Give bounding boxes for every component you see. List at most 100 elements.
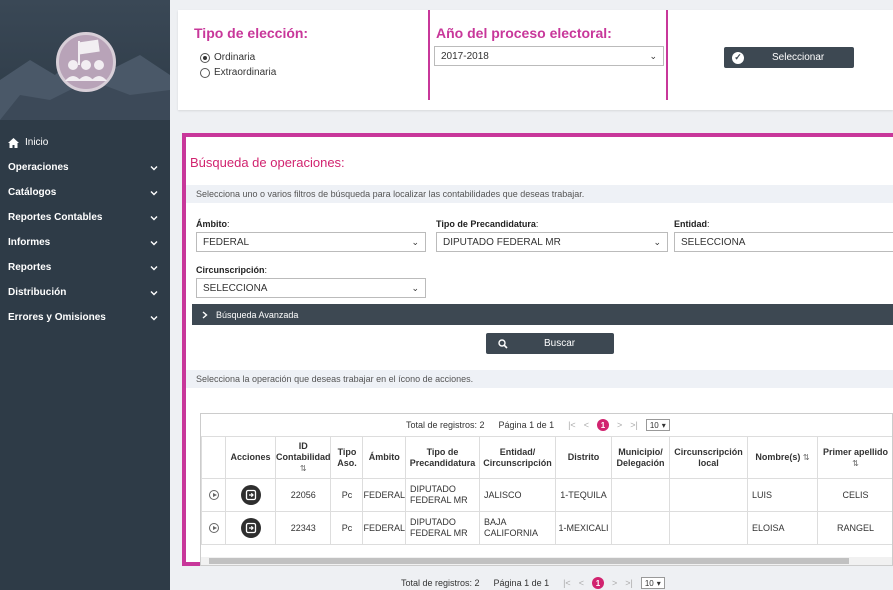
action-button[interactable]: [240, 485, 261, 505]
prev-page-icon[interactable]: <: [579, 578, 584, 588]
row-actions: [225, 511, 276, 545]
first-page-icon[interactable]: |<: [568, 420, 576, 430]
header-id[interactable]: ID Contabilidad ⇅: [274, 436, 332, 479]
election-type-title: Tipo de elección:: [194, 25, 309, 41]
sidebar-item-inicio[interactable]: Inicio: [0, 130, 170, 155]
page-size-value: 10: [644, 578, 654, 588]
sidebar-item-label: Reportes: [8, 262, 52, 273]
cell-nombre: ELOISA: [747, 511, 818, 545]
page-size-value: 10: [649, 420, 659, 430]
radio-extraordinaria[interactable]: Extraordinaria: [200, 67, 276, 78]
entidad-select[interactable]: SELECCIONA: [674, 232, 893, 252]
circunscripcion-value: SELECCIONA: [203, 282, 268, 294]
chevron-down-icon: ⌄: [653, 236, 661, 247]
precandidatura-select[interactable]: DIPUTADO FEDERAL MR ⌄: [436, 232, 668, 252]
sidebar-item-catalogos[interactable]: Catálogos: [0, 180, 170, 205]
sidebar-item-informes[interactable]: Informes: [0, 230, 170, 255]
next-page-icon[interactable]: >: [617, 420, 622, 430]
header-distrito: Distrito: [555, 436, 612, 479]
radio-button[interactable]: [200, 67, 210, 78]
sidebar-item-label: Reportes Contables: [8, 212, 103, 223]
cell-tipo: Pc: [330, 478, 364, 512]
total-records: Total de registros: 2: [401, 578, 480, 588]
cell-distrito: 1-TEQUILA: [555, 478, 612, 512]
last-page-icon[interactable]: >|: [625, 578, 633, 588]
ambito-select[interactable]: FEDERAL ⌄: [196, 232, 426, 252]
sidebar-item-reportes[interactable]: Reportes: [0, 255, 170, 280]
year-select[interactable]: 2017-2018 ⌄: [434, 46, 664, 66]
filter-hint: Selecciona uno o varios filtros de búsqu…: [186, 185, 893, 203]
cell-ambito: FEDERAL: [362, 478, 406, 512]
ambito-label: Ámbito:: [196, 219, 230, 229]
page-size-select[interactable]: 10 ▾: [640, 577, 665, 589]
last-page-icon[interactable]: >|: [630, 420, 638, 430]
row-expand[interactable]: [201, 478, 226, 512]
profile-logo: [56, 32, 116, 92]
scrollbar-thumb[interactable]: [209, 558, 849, 564]
circunscripcion-label: Circunscripción:: [196, 265, 268, 275]
prev-page-icon[interactable]: <: [584, 420, 589, 430]
sort-icon: ⇅: [299, 464, 307, 473]
chevron-down-icon: [150, 265, 158, 270]
divider: [666, 10, 668, 100]
cell-municipio: [611, 511, 670, 545]
advanced-search-toggle[interactable]: Búsqueda Avanzada: [192, 304, 893, 325]
sidebar-item-reportes-contables[interactable]: Reportes Contables: [0, 205, 170, 230]
header-tipo-aso: Tipo Aso.: [330, 436, 364, 479]
chevron-down-icon: ⌄: [649, 50, 657, 61]
ambito-value: FEDERAL: [203, 236, 250, 248]
cell-circ-local: [669, 511, 748, 545]
enter-icon: [245, 522, 256, 534]
radio-label: Ordinaria: [214, 52, 256, 63]
header-nombre[interactable]: Nombre(s) ⇅: [747, 436, 818, 479]
expand-icon[interactable]: [208, 490, 219, 500]
sidebar-item-distribucion[interactable]: Distribución: [0, 280, 170, 305]
row-actions: [225, 478, 276, 512]
select-button[interactable]: ✓ Seleccionar: [724, 47, 854, 68]
page-info: Página 1 de 1: [493, 578, 550, 588]
results-table: Acciones ID Contabilidad ⇅ Tipo Aso. Ámbi…: [201, 436, 892, 545]
current-page[interactable]: 1: [596, 419, 609, 431]
first-page-icon[interactable]: |<: [563, 578, 571, 588]
next-page-icon[interactable]: >: [612, 578, 617, 588]
horizontal-scrollbar[interactable]: [201, 557, 892, 565]
cell-distrito: 1-MEXICALI: [555, 511, 612, 545]
row-expand[interactable]: [201, 511, 226, 545]
chevron-down-icon: [150, 190, 158, 195]
sort-icon: ⇅: [852, 458, 859, 468]
election-selection-panel: Tipo de elección: Ordinaria Extraordinar…: [178, 10, 893, 110]
sidebar-item-errores-omisiones[interactable]: Errores y Omisiones: [0, 305, 170, 330]
sidebar-item-operaciones[interactable]: Operaciones: [0, 155, 170, 180]
page-size-select[interactable]: 10 ▾: [645, 419, 670, 431]
circunscripcion-select[interactable]: SELECCIONA ⌄: [196, 278, 426, 298]
header-expand: [201, 436, 226, 479]
radio-button-selected[interactable]: [200, 52, 210, 63]
radio-label: Extraordinaria: [214, 67, 277, 78]
search-button[interactable]: Buscar: [486, 333, 614, 354]
chevron-down-icon: [150, 165, 158, 170]
action-button[interactable]: [240, 518, 261, 538]
current-page[interactable]: 1: [591, 577, 604, 589]
search-button-label: Buscar: [544, 338, 576, 349]
entidad-value: SELECCIONA: [681, 236, 746, 248]
chevron-down-icon: [150, 290, 158, 295]
check-icon: ✓: [732, 51, 744, 64]
search-icon: [498, 338, 508, 349]
search-panel: Búsqueda de operaciones: Selecciona uno …: [182, 133, 893, 566]
header-acciones: Acciones: [225, 436, 276, 479]
cell-tipo: Pc: [330, 511, 364, 545]
chevron-down-icon: ⌄: [411, 236, 419, 247]
header-primer-apellido[interactable]: Primer apellido ⇅: [817, 436, 892, 479]
sort-icon: ⇅: [802, 453, 810, 462]
sidebar-item-label: Informes: [8, 237, 51, 248]
chevron-down-icon: [150, 240, 158, 245]
expand-icon[interactable]: [208, 523, 219, 533]
pager-bottom: Total de registros: 2 Página 1 de 1 |< <…: [401, 572, 665, 590]
sidebar-item-label: Errores y Omisiones: [8, 312, 106, 323]
precandidatura-value: DIPUTADO FEDERAL MR: [443, 236, 561, 248]
chevron-right-icon: [202, 310, 208, 319]
year-select-value: 2017-2018: [441, 50, 489, 62]
cell-apellido: CELIS: [817, 478, 892, 512]
cell-precandidatura: DIPUTADO FEDERAL MR: [405, 478, 480, 512]
radio-ordinaria[interactable]: Ordinaria: [200, 52, 255, 63]
